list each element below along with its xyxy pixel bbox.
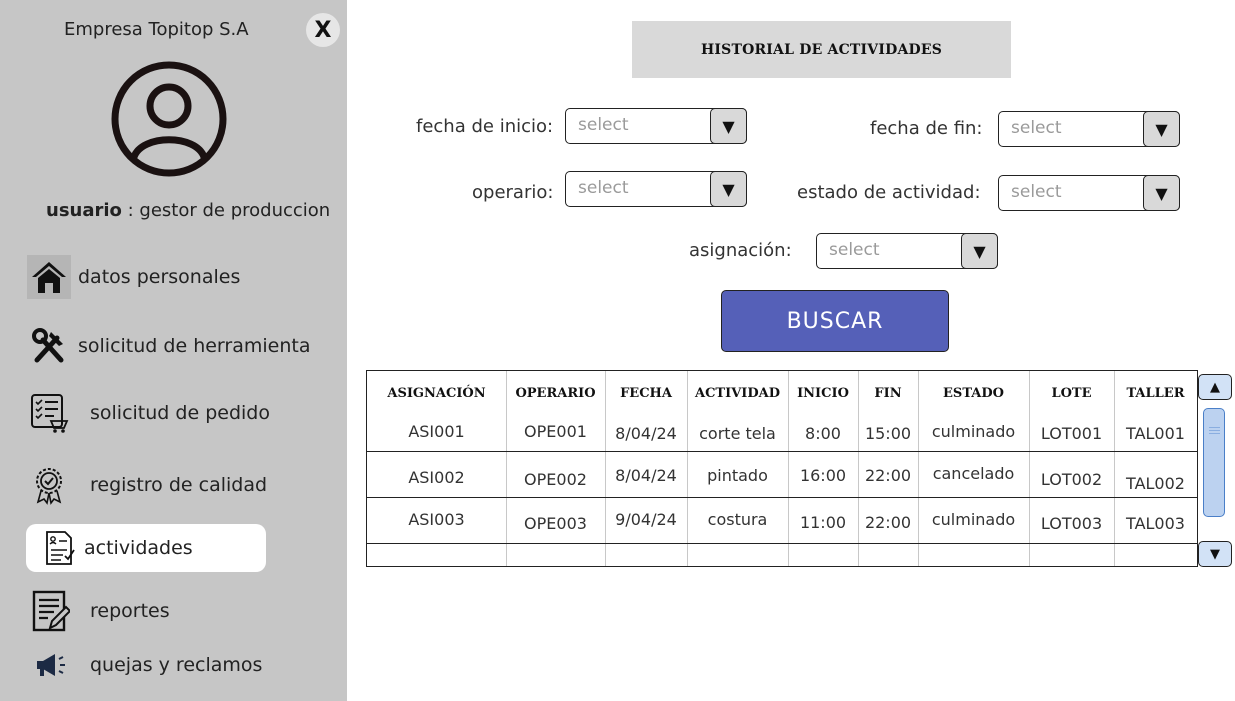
activities-doc-icon <box>36 525 82 571</box>
cell-actividad: corte tela <box>699 423 776 443</box>
fecha-fin-select[interactable]: select ▼ <box>998 111 1180 147</box>
nav-item-actividades[interactable]: actividades <box>26 524 266 572</box>
asignacion-placeholder: select <box>829 240 880 260</box>
row-divider <box>367 543 1197 544</box>
cell-estado: culminado <box>931 509 1016 529</box>
megaphone-icon <box>26 642 72 688</box>
fecha-inicio-select[interactable]: select ▼ <box>565 108 747 144</box>
operario-label: operario: <box>472 182 554 203</box>
cell-estado: culminado <box>931 421 1016 441</box>
column-header: INICIO <box>797 385 849 401</box>
cell-asignacion: ASI002 <box>408 467 465 487</box>
scrollbar-thumb[interactable] <box>1203 408 1225 517</box>
column-header: ESTADO <box>943 385 1004 401</box>
dropdown-arrow-icon[interactable]: ▼ <box>1143 111 1180 147</box>
nav-item-reportes[interactable]: reportes <box>26 588 170 634</box>
user-role: usuario : gestor de produccion <box>46 200 330 221</box>
scroll-down-button[interactable]: ▼ <box>1198 541 1232 567</box>
operario-select[interactable]: select ▼ <box>565 171 747 207</box>
cell-actividad: pintado <box>707 465 768 485</box>
cell-lote: LOT003 <box>1040 513 1103 533</box>
dropdown-arrow-icon[interactable]: ▼ <box>710 171 747 207</box>
estado-actividad-select[interactable]: select ▼ <box>998 175 1180 211</box>
company-name: Empresa Topitop S.A <box>64 19 249 40</box>
user-avatar-icon <box>111 61 227 177</box>
column-header: FECHA <box>620 385 672 401</box>
row-divider <box>367 451 1197 452</box>
cell-operario: OPE001 <box>524 421 587 441</box>
cell-fecha: 8/04/24 <box>615 423 677 443</box>
nav-label: reportes <box>90 600 170 622</box>
caret-down-icon: ▼ <box>1210 546 1220 562</box>
cell-taller: TAL003 <box>1126 513 1185 533</box>
caret-up-icon: ▲ <box>1210 379 1220 395</box>
sidebar: Empresa Topitop S.A X usuario : gestor d… <box>0 0 347 701</box>
cell-lote: LOT001 <box>1040 423 1103 443</box>
dropdown-arrow-icon[interactable]: ▼ <box>710 108 747 144</box>
nav-item-datos-personales[interactable]: datos personales <box>26 254 240 300</box>
dropdown-arrow-icon[interactable]: ▼ <box>1143 175 1180 211</box>
nav-item-solicitud-pedido[interactable]: solicitud de pedido <box>26 390 270 436</box>
nav-label: datos personales <box>78 266 241 288</box>
grip-line <box>1209 433 1220 434</box>
operario-placeholder: select <box>578 178 629 198</box>
column-header: FIN <box>874 385 902 401</box>
cell-taller: TAL002 <box>1126 473 1185 493</box>
fecha-fin-placeholder: select <box>1011 118 1062 138</box>
report-edit-icon <box>26 588 72 634</box>
nav-item-solicitud-herramienta[interactable]: solicitud de herramienta <box>26 323 310 369</box>
column-header: TALLER <box>1126 385 1185 401</box>
dropdown-arrow-icon[interactable]: ▼ <box>961 233 998 269</box>
tools-icon <box>26 323 72 369</box>
column-header: LOTE <box>1051 385 1092 401</box>
estado-actividad-label: estado de actividad: <box>797 182 981 203</box>
cell-operario: OPE002 <box>524 469 587 489</box>
estado-actividad-placeholder: select <box>1011 182 1062 202</box>
cell-asignacion: ASI001 <box>408 421 465 441</box>
home-icon <box>26 254 72 300</box>
nav-item-registro-calidad[interactable]: registro de calidad <box>26 462 267 508</box>
cell-inicio: 8:00 <box>805 423 841 443</box>
column-header: ACTIVIDAD <box>695 385 780 401</box>
close-icon: X <box>314 17 332 43</box>
cell-lote: LOT002 <box>1040 469 1103 489</box>
fecha-fin-label: fecha de fin: <box>870 118 983 139</box>
cell-asignacion: ASI003 <box>408 509 465 529</box>
cell-fin: 22:00 <box>864 512 912 532</box>
buscar-button[interactable]: BUSCAR <box>721 290 949 352</box>
cell-fecha: 9/04/24 <box>615 509 677 529</box>
cell-actividad: costura <box>707 509 768 529</box>
row-divider <box>367 497 1197 498</box>
page-title: HISTORIAL DE ACTIVIDADES <box>632 21 1011 78</box>
cell-operario: OPE003 <box>524 513 587 533</box>
quality-badge-icon <box>26 462 72 508</box>
nav-label: registro de calidad <box>90 474 268 496</box>
cell-estado: cancelado <box>932 463 1015 483</box>
scroll-up-button[interactable]: ▲ <box>1198 374 1232 400</box>
user-label: usuario <box>46 200 122 221</box>
cell-inicio: 16:00 <box>799 465 847 485</box>
cell-fecha: 8/04/24 <box>615 465 677 485</box>
cell-fin: 22:00 <box>864 465 912 485</box>
fecha-inicio-placeholder: select <box>578 115 629 135</box>
nav-label: actividades <box>84 537 193 559</box>
cell-fin: 15:00 <box>864 423 912 443</box>
nav-label: solicitud de herramienta <box>78 335 311 357</box>
grip-line <box>1209 430 1220 431</box>
nav-label: solicitud de pedido <box>90 402 270 424</box>
asignacion-label: asignación: <box>689 240 792 261</box>
asignacion-select[interactable]: select ▼ <box>816 233 998 269</box>
activities-table: ASIGNACIÓN OPERARIO FECHA ACTIVIDAD INIC… <box>366 370 1198 567</box>
fecha-inicio-label: fecha de inicio: <box>416 116 554 137</box>
cart-checklist-icon <box>26 390 72 436</box>
column-header: OPERARIO <box>515 385 596 401</box>
close-button[interactable]: X <box>306 13 340 47</box>
cell-inicio: 11:00 <box>799 512 847 532</box>
column-header: ASIGNACIÓN <box>387 385 486 401</box>
nav-item-quejas-reclamos[interactable]: quejas y reclamos <box>26 642 262 688</box>
grip-line <box>1209 427 1220 428</box>
cell-taller: TAL001 <box>1126 423 1185 443</box>
user-role-value: : gestor de produccion <box>121 200 331 221</box>
nav-label: quejas y reclamos <box>90 654 263 676</box>
